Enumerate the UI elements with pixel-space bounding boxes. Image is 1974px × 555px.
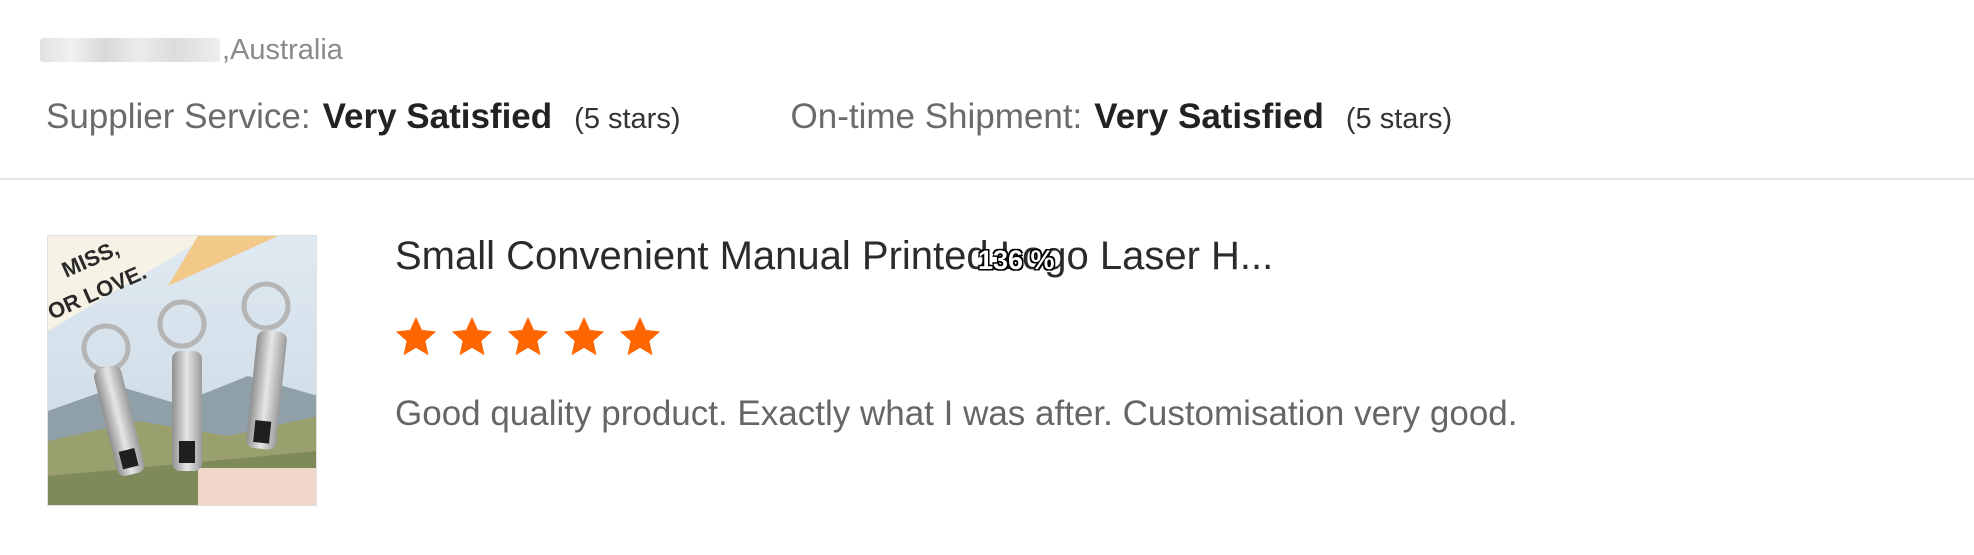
rating-supplier-service: Supplier Service: Very Satisfied (5 star… — [46, 97, 681, 137]
zoom-indicator: 136 % — [978, 245, 1055, 275]
star-rating — [393, 314, 663, 360]
keychain-bottle-opener-image: MISS, OR LOVE. — [48, 236, 316, 505]
rating-label: On-time Shipment: — [790, 97, 1083, 136]
buyer-location: ,Australia — [222, 33, 343, 66]
supplier-ratings: Supplier Service: Very Satisfied (5 star… — [46, 92, 1452, 142]
rating-on-time-shipment: On-time Shipment: Very Satisfied (5 star… — [791, 97, 1453, 137]
star-icon — [395, 316, 437, 356]
review-product-title[interactable]: Small Convenient Manual Printed Logo Las… — [395, 228, 1273, 284]
star-icon — [451, 316, 493, 356]
section-divider — [0, 178, 1974, 180]
star-icon — [619, 316, 661, 356]
buyer-info: ,Australia — [40, 30, 343, 70]
rating-stars-text: (5 stars) — [1345, 103, 1453, 135]
rating-value: Very Satisfied — [1094, 97, 1324, 136]
rating-label: Supplier Service: — [46, 97, 311, 136]
star-icon — [563, 316, 605, 356]
review-text: Good quality product. Exactly what I was… — [395, 394, 1518, 433]
review-card: ,Australia Supplier Service: Very Satisf… — [0, 0, 1974, 555]
rating-value: Very Satisfied — [322, 97, 553, 136]
star-icon — [507, 316, 549, 356]
rating-stars-text: (5 stars) — [574, 103, 681, 135]
blurred-buyer-name — [40, 38, 220, 62]
product-thumbnail[interactable]: MISS, OR LOVE. — [47, 235, 317, 506]
